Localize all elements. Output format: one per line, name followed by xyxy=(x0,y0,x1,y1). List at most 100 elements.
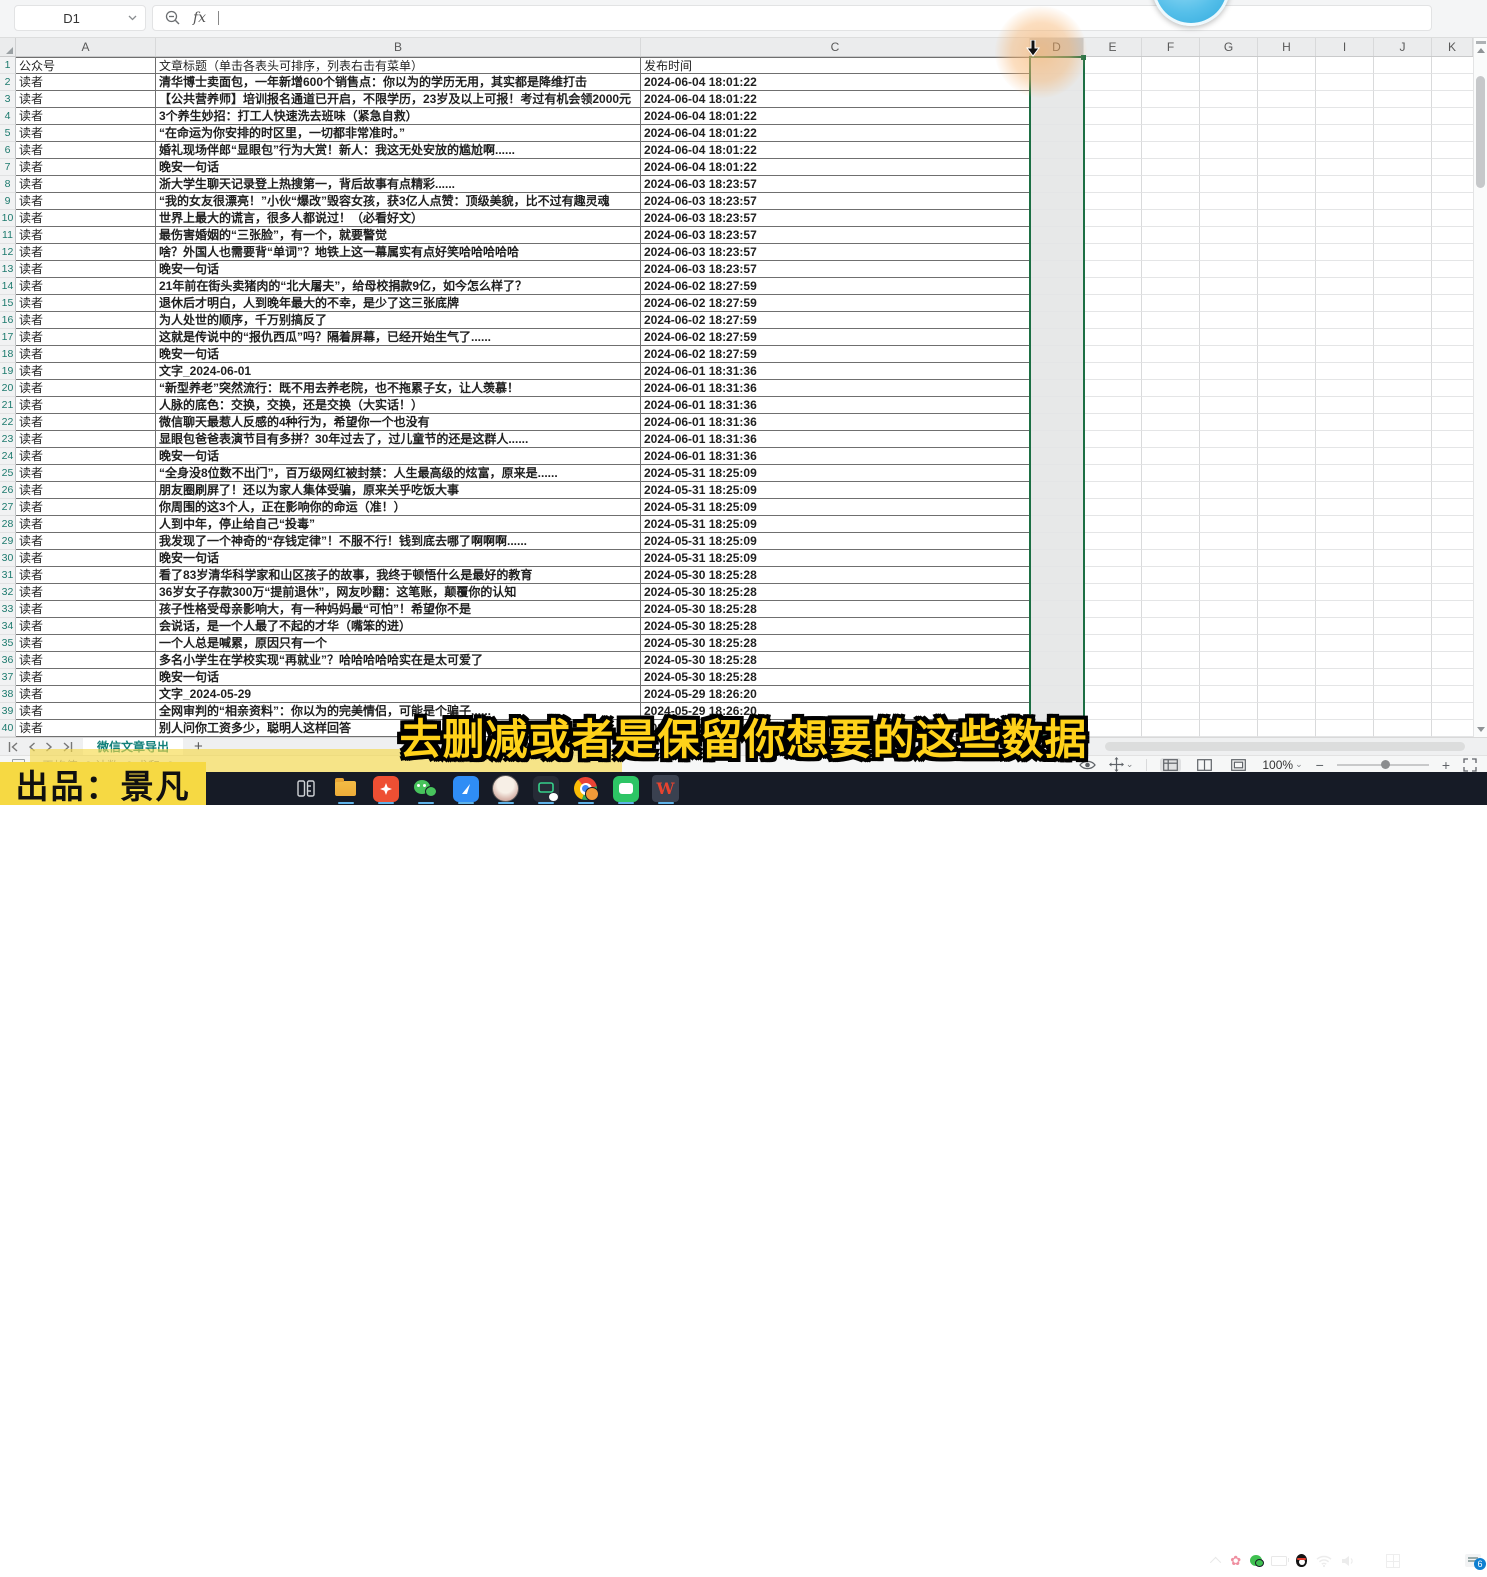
first-sheet-icon[interactable] xyxy=(8,742,19,752)
cell-G5[interactable] xyxy=(1200,125,1258,142)
cell-F39[interactable] xyxy=(1142,703,1200,720)
cell-C5[interactable]: 2024-06-04 18:01:22 xyxy=(641,125,1030,142)
eye-protection-icon[interactable] xyxy=(1079,759,1096,771)
cell-G37[interactable] xyxy=(1200,669,1258,686)
cell-D19[interactable] xyxy=(1030,363,1084,380)
fx-icon[interactable]: fx xyxy=(193,10,206,26)
cell-F14[interactable] xyxy=(1142,278,1200,295)
cell-K25[interactable] xyxy=(1432,465,1473,482)
cell-J20[interactable] xyxy=(1374,380,1432,397)
cell-G31[interactable] xyxy=(1200,567,1258,584)
cell-F10[interactable] xyxy=(1142,210,1200,227)
cell-C28[interactable]: 2024-05-31 18:25:09 xyxy=(641,516,1030,533)
cell-I1[interactable] xyxy=(1316,57,1374,74)
task-view-icon[interactable] xyxy=(292,775,319,802)
cell-K16[interactable] xyxy=(1432,312,1473,329)
cell-H37[interactable] xyxy=(1258,669,1316,686)
cell-A28[interactable]: 读者 xyxy=(16,516,156,533)
cell-B9[interactable]: “我的女友很漂亮！”小伙“爆改”毁容女孩，获3亿人点赞：顶级美貌，比不过有趣灵魂 xyxy=(156,193,641,210)
cell-F17[interactable] xyxy=(1142,329,1200,346)
cell-J36[interactable] xyxy=(1374,652,1432,669)
cell-G20[interactable] xyxy=(1200,380,1258,397)
cell-G28[interactable] xyxy=(1200,516,1258,533)
cell-K21[interactable] xyxy=(1432,397,1473,414)
cell-I24[interactable] xyxy=(1316,448,1374,465)
cell-B25[interactable]: “全身没8位数不出门”，百万级网红被封禁：人生最高级的炫富，原来是...... xyxy=(156,465,641,482)
cell-A38[interactable]: 读者 xyxy=(16,686,156,703)
cell-H5[interactable] xyxy=(1258,125,1316,142)
row-header-4[interactable]: 4 xyxy=(0,108,16,125)
cell-E10[interactable] xyxy=(1084,210,1142,227)
row-header-37[interactable]: 37 xyxy=(0,669,16,686)
cell-F6[interactable] xyxy=(1142,142,1200,159)
cell-C19[interactable]: 2024-06-01 18:31:36 xyxy=(641,363,1030,380)
cell-K4[interactable] xyxy=(1432,108,1473,125)
row-header-26[interactable]: 26 xyxy=(0,482,16,499)
cell-C40[interactable]: 2024-05-29 18:26:20 xyxy=(641,720,1030,737)
cell-J39[interactable] xyxy=(1374,703,1432,720)
zoom-in-button[interactable]: + xyxy=(1442,758,1450,772)
cell-C18[interactable]: 2024-06-02 18:27:59 xyxy=(641,346,1030,363)
cell-E20[interactable] xyxy=(1084,380,1142,397)
horizontal-scrollbar-thumb[interactable] xyxy=(1105,742,1465,751)
cell-E8[interactable] xyxy=(1084,176,1142,193)
cell-H7[interactable] xyxy=(1258,159,1316,176)
cell-G23[interactable] xyxy=(1200,431,1258,448)
cell-A36[interactable]: 读者 xyxy=(16,652,156,669)
cell-B1[interactable]: 文章标题（单击各表头可排序，列表右击有菜单） xyxy=(156,57,641,74)
cell-H31[interactable] xyxy=(1258,567,1316,584)
cell-D6[interactable] xyxy=(1030,142,1084,159)
row-header-16[interactable]: 16 xyxy=(0,312,16,329)
cell-E21[interactable] xyxy=(1084,397,1142,414)
cell-K19[interactable] xyxy=(1432,363,1473,380)
cell-B4[interactable]: 3个养生妙招：打工人快速洗去班味（紧急自救） xyxy=(156,108,641,125)
cell-C29[interactable]: 2024-05-31 18:25:09 xyxy=(641,533,1030,550)
cell-I8[interactable] xyxy=(1316,176,1374,193)
cell-F35[interactable] xyxy=(1142,635,1200,652)
cell-J24[interactable] xyxy=(1374,448,1432,465)
cell-D24[interactable] xyxy=(1030,448,1084,465)
clock[interactable]: 17:09 2024/6/5 xyxy=(1409,1548,1452,1573)
cell-F30[interactable] xyxy=(1142,550,1200,567)
cell-H1[interactable] xyxy=(1258,57,1316,74)
cell-G11[interactable] xyxy=(1200,227,1258,244)
cell-A23[interactable]: 读者 xyxy=(16,431,156,448)
cell-J34[interactable] xyxy=(1374,618,1432,635)
cell-F4[interactable] xyxy=(1142,108,1200,125)
cell-A40[interactable]: 读者 xyxy=(16,720,156,737)
cell-E7[interactable] xyxy=(1084,159,1142,176)
cell-B15[interactable]: 退休后才明白，人到晚年最大的不幸，是少了这三张底牌 xyxy=(156,295,641,312)
row-header-3[interactable]: 3 xyxy=(0,91,16,108)
cell-I19[interactable] xyxy=(1316,363,1374,380)
cell-D39[interactable] xyxy=(1030,703,1084,720)
cell-C39[interactable]: 2024-05-29 18:26:20 xyxy=(641,703,1030,720)
row-header-8[interactable]: 8 xyxy=(0,176,16,193)
cell-A12[interactable]: 读者 xyxy=(16,244,156,261)
cell-G4[interactable] xyxy=(1200,108,1258,125)
cell-A22[interactable]: 读者 xyxy=(16,414,156,431)
cell-C36[interactable]: 2024-05-30 18:25:28 xyxy=(641,652,1030,669)
cell-D9[interactable] xyxy=(1030,193,1084,210)
cell-B6[interactable]: 婚礼现场伴郎“显眼包”行为大赏！新人：我这无处安放的尴尬啊...... xyxy=(156,142,641,159)
cell-B30[interactable]: 晚安一句话 xyxy=(156,550,641,567)
row-header-14[interactable]: 14 xyxy=(0,278,16,295)
cell-F37[interactable] xyxy=(1142,669,1200,686)
cell-G39[interactable] xyxy=(1200,703,1258,720)
cell-D12[interactable] xyxy=(1030,244,1084,261)
cell-A18[interactable]: 读者 xyxy=(16,346,156,363)
ime-language-indicator[interactable]: 中 xyxy=(1364,1551,1377,1570)
cell-A32[interactable]: 读者 xyxy=(16,584,156,601)
cell-A14[interactable]: 读者 xyxy=(16,278,156,295)
cell-A1[interactable]: 公众号 xyxy=(16,57,156,74)
cell-A27[interactable]: 读者 xyxy=(16,499,156,516)
cell-F15[interactable] xyxy=(1142,295,1200,312)
cell-J29[interactable] xyxy=(1374,533,1432,550)
row-header-33[interactable]: 33 xyxy=(0,601,16,618)
cell-H4[interactable] xyxy=(1258,108,1316,125)
cell-F5[interactable] xyxy=(1142,125,1200,142)
cell-H17[interactable] xyxy=(1258,329,1316,346)
cell-D11[interactable] xyxy=(1030,227,1084,244)
cell-E30[interactable] xyxy=(1084,550,1142,567)
cell-H24[interactable] xyxy=(1258,448,1316,465)
cell-F31[interactable] xyxy=(1142,567,1200,584)
